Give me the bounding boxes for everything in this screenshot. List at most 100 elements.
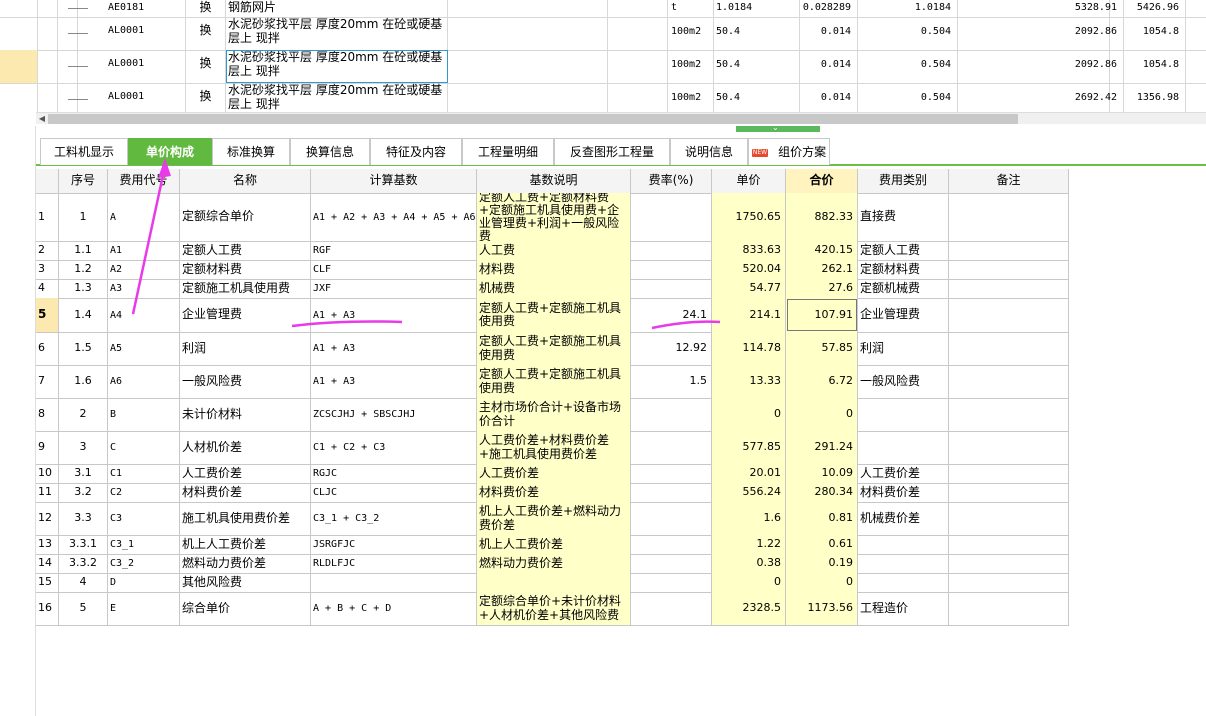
cell-seq[interactable]: 3.3 xyxy=(59,502,108,535)
header-n[interactable] xyxy=(36,169,59,193)
cell-base[interactable]: JSRGFJC xyxy=(311,535,477,554)
cell-category[interactable] xyxy=(858,554,949,573)
cell-rate[interactable] xyxy=(631,535,712,554)
tab-4[interactable]: 换算信息 xyxy=(290,138,370,165)
cell-rate[interactable] xyxy=(631,464,712,483)
cell-unit_price[interactable]: 520.04 xyxy=(712,260,786,279)
table-row[interactable]: 10 3.1 C1 人工费价差 RGJC 人工费价差 20.01 10.09 人工费价差 xyxy=(36,464,1069,484)
cell-remark[interactable] xyxy=(949,398,1069,431)
cell-seq[interactable]: 5 xyxy=(59,592,108,625)
table-row[interactable]: 1 1 A 定额综合单价 A1 + A2 + A3 + A4 + A5 + A6 定额人工… xyxy=(36,193,1069,242)
cell-name[interactable]: 定额综合单价 xyxy=(180,193,311,241)
cell-total[interactable]: 0.19 xyxy=(786,554,858,573)
cell-unit_price[interactable]: 1.6 xyxy=(712,502,786,535)
cell-code[interactable]: D xyxy=(108,573,180,592)
cell-desc[interactable]: 燃料动力费价差 xyxy=(477,554,631,573)
cell-code[interactable]: A3 xyxy=(108,279,180,298)
cell-total[interactable]: 107.91 xyxy=(786,298,858,332)
cell-category[interactable]: 工程造价 xyxy=(858,592,949,625)
cell-total[interactable]: 882.33 xyxy=(786,193,858,241)
header-category[interactable]: 费用类别 xyxy=(858,169,949,193)
cell-remark[interactable] xyxy=(949,431,1069,464)
cell-base[interactable]: C3_1 + C3_2 xyxy=(311,502,477,535)
tab-2[interactable]: 单价构成 xyxy=(128,138,212,165)
table-row[interactable]: 6 1.5 A5 利润 A1 + A3 定额人工费+定额施工机具使用费 12.92 114.7… xyxy=(36,332,1069,366)
cell-category[interactable]: 定额机械费 xyxy=(858,279,949,298)
cell-name[interactable]: 企业管理费 xyxy=(180,298,311,332)
cell-remark[interactable] xyxy=(949,592,1069,625)
cell-desc[interactable]: 定额人工费+定额材料费+定额施工机具使用费+企业管理费+利润+一般风险费 xyxy=(477,193,631,241)
top-grid-row[interactable]: AL0001 换水泥砂浆找平层 厚度20mm 在砼或硬基层上 现拌 100m2 50.… xyxy=(0,83,1206,112)
cell-rate[interactable] xyxy=(631,573,712,592)
splitter-handle[interactable]: ⌄ xyxy=(736,123,820,132)
cell-desc[interactable]: 机上人工费价差+燃料动力费价差 xyxy=(477,502,631,535)
cell-category[interactable]: 人工费价差 xyxy=(858,464,949,483)
cell-remark[interactable] xyxy=(949,241,1069,260)
cell-desc[interactable]: 人工费价差+材料费价差+施工机具使用费价差 xyxy=(477,431,631,464)
cell-remark[interactable] xyxy=(949,332,1069,365)
tab-8[interactable]: 说明信息 xyxy=(670,138,748,165)
cell-unit_price[interactable]: 1750.65 xyxy=(712,193,786,241)
cell-total[interactable]: 57.85 xyxy=(786,332,858,365)
cell-category[interactable] xyxy=(858,431,949,464)
cell-name[interactable]: 燃料动力费价差 xyxy=(180,554,311,573)
cell-category[interactable] xyxy=(858,573,949,592)
cell-name[interactable]: 定额人工费 xyxy=(180,241,311,260)
cell-name[interactable]: 综合单价 xyxy=(180,592,311,625)
cell-base[interactable] xyxy=(311,573,477,592)
cell-desc[interactable]: 材料费价差 xyxy=(477,483,631,502)
cell-base[interactable]: A1 + A3 xyxy=(311,365,477,398)
tab-3[interactable]: 标准换算 xyxy=(212,138,290,165)
cell-total[interactable]: 0 xyxy=(786,573,858,592)
table-row[interactable]: 14 3.3.2 C3_2 燃料动力费价差 RLDLFJC 燃料动力费价差 0.38 0.19 xyxy=(36,554,1069,574)
cell-code[interactable]: A xyxy=(108,193,180,241)
cell-code[interactable]: C2 xyxy=(108,483,180,502)
cell-category[interactable]: 直接费 xyxy=(858,193,949,241)
cell-unit_price[interactable]: 0 xyxy=(712,398,786,431)
cell-category[interactable]: 定额人工费 xyxy=(858,241,949,260)
top-grid-row[interactable]: AL0001 换水泥砂浆找平层 厚度20mm 在砼或硬基层上 现拌 100m2 50.… xyxy=(0,50,1206,84)
cell-base[interactable]: RLDLFJC xyxy=(311,554,477,573)
cell-seq[interactable]: 1.1 xyxy=(59,241,108,260)
cell-base[interactable]: CLJC xyxy=(311,483,477,502)
cell-name[interactable]: 人工费价差 xyxy=(180,464,311,483)
cell-remark[interactable] xyxy=(949,554,1069,573)
cell-total[interactable]: 0.81 xyxy=(786,502,858,535)
header-seq[interactable]: 序号 xyxy=(59,169,108,193)
cell-desc[interactable]: 定额人工费+定额施工机具使用费 xyxy=(477,298,631,332)
cell-seq[interactable]: 3 xyxy=(59,431,108,464)
tab-6[interactable]: 工程量明细 xyxy=(462,138,554,165)
cell-remark[interactable] xyxy=(949,365,1069,398)
cell-base[interactable]: A + B + C + D xyxy=(311,592,477,625)
table-row[interactable]: 9 3 C 人材机价差 C1 + C2 + C3 人工费价差+材料费价差+施工机具使用费价… xyxy=(36,431,1069,465)
cell-name[interactable]: 一般风险费 xyxy=(180,365,311,398)
cell-code[interactable]: A2 xyxy=(108,260,180,279)
cell-unit_price[interactable]: 1.22 xyxy=(712,535,786,554)
table-row[interactable]: 4 1.3 A3 定额施工机具使用费 JXF 机械费 54.77 27.6 定额机械费 xyxy=(36,279,1069,299)
top-grid-row[interactable]: AE0181 换钢筋网片 t 1.0184 0.028289 1.0184 5328.91 5… xyxy=(0,0,1206,18)
cell-total[interactable]: 280.34 xyxy=(786,483,858,502)
table-row[interactable]: 2 1.1 A1 定额人工费 RGF 人工费 833.63 420.15 定额人工费 xyxy=(36,241,1069,261)
cell-total[interactable]: 1173.56 xyxy=(786,592,858,625)
cell-unit_price[interactable]: 13.33 xyxy=(712,365,786,398)
cell-seq[interactable]: 1.5 xyxy=(59,332,108,365)
table-row[interactable]: 8 2 B 未计价材料 ZCSCJHJ + SBSCJHJ 主材市场价合计+设备市场价合计… xyxy=(36,398,1069,432)
cell-rate[interactable] xyxy=(631,241,712,260)
cell-name[interactable]: 定额施工机具使用费 xyxy=(180,279,311,298)
cell-desc[interactable]: 定额人工费+定额施工机具使用费 xyxy=(477,365,631,398)
cell-total[interactable]: 0 xyxy=(786,398,858,431)
cell-unit_price[interactable]: 214.1 xyxy=(712,298,786,332)
cell-name[interactable]: 机上人工费价差 xyxy=(180,535,311,554)
cell-name[interactable]: 施工机具使用费价差 xyxy=(180,502,311,535)
cell-code[interactable]: A1 xyxy=(108,241,180,260)
cell-total[interactable]: 6.72 xyxy=(786,365,858,398)
cell-rate[interactable] xyxy=(631,193,712,241)
cell-rate[interactable]: 1.5 xyxy=(631,365,712,398)
cell-code[interactable]: A5 xyxy=(108,332,180,365)
cell-remark[interactable] xyxy=(949,483,1069,502)
cell-rate[interactable] xyxy=(631,260,712,279)
cell-total[interactable]: 0.61 xyxy=(786,535,858,554)
cell-seq[interactable]: 1 xyxy=(59,193,108,241)
cell-code[interactable]: B xyxy=(108,398,180,431)
cell-remark[interactable] xyxy=(949,260,1069,279)
